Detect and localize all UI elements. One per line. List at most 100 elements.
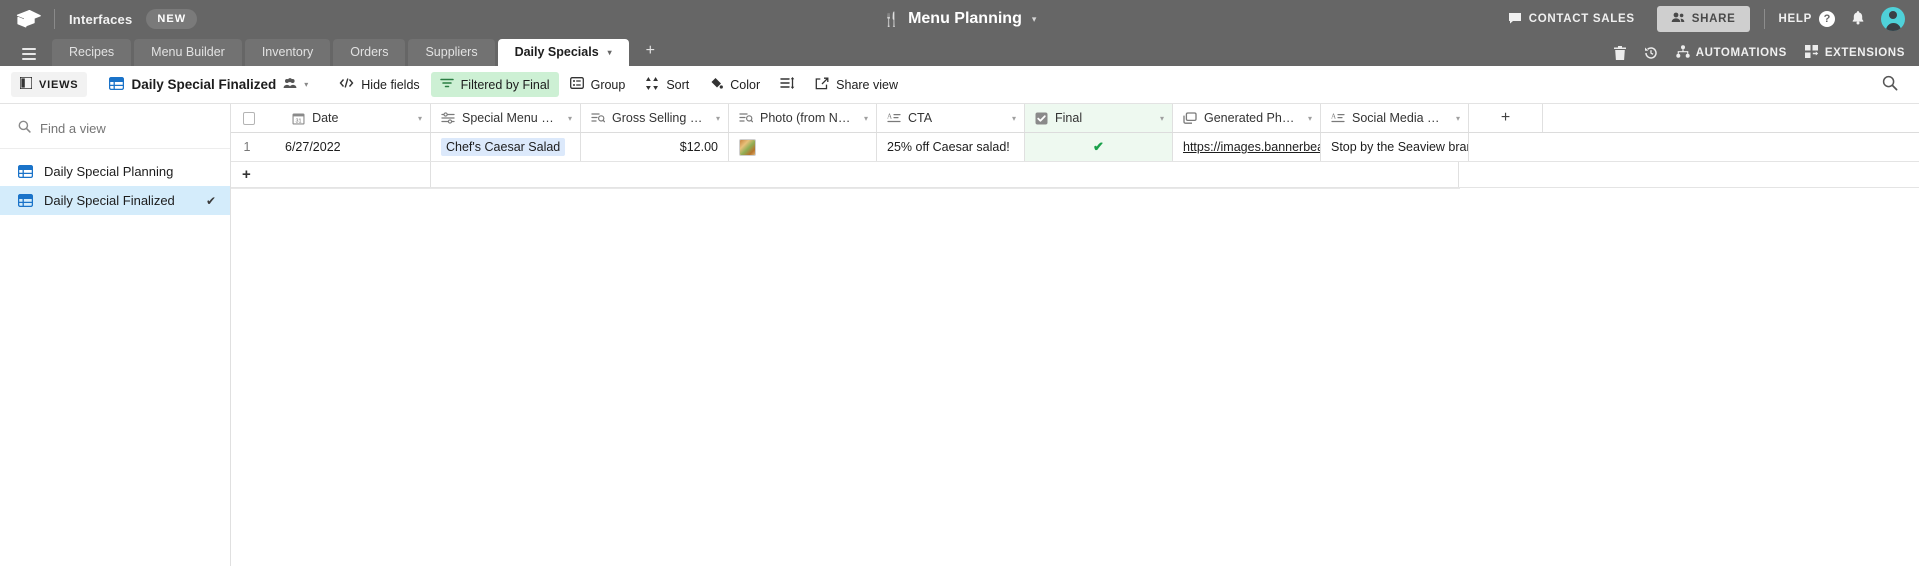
check-icon[interactable]: ✔ [1093,139,1104,155]
add-table-button[interactable]: + [637,40,664,66]
long-text-icon [441,112,455,124]
search-input[interactable] [40,121,190,136]
chevron-down-icon[interactable]: ▾ [1302,114,1312,123]
hamburger-icon[interactable] [22,48,36,60]
column-header-generated-photo[interactable]: Generated Photo ▾ [1173,104,1321,132]
search-icon[interactable] [1882,75,1908,95]
add-field-button[interactable]: + [1469,104,1543,132]
interfaces-label[interactable]: Interfaces [69,12,132,27]
page-title[interactable]: Menu Planning [908,10,1022,28]
chevron-down-icon[interactable]: ▾ [1154,114,1164,123]
cell-cta[interactable]: 25% off Caesar salad! [877,133,1025,161]
tab-daily-specials[interactable]: Daily Specials ▾ [498,39,629,66]
tab-suppliers[interactable]: Suppliers [408,39,494,66]
group-icon [570,77,584,92]
cell-gross-selling-price[interactable]: $12.00 [581,133,729,161]
share-view-button[interactable]: Share view [806,72,907,98]
table-row[interactable]: 1 6/27/2022 Chef's Caesar Salad $12.00 2… [231,133,1919,162]
cell-social-media-caption[interactable]: Stop by the Seaview branc... [1321,133,1469,161]
cell-special-menu-item[interactable]: Chef's Caesar Salad [431,133,581,161]
row-header-cell[interactable]: 1 6/27/2022 [231,133,431,161]
grid-view-icon [109,77,124,93]
help-label[interactable]: HELP [1779,13,1812,25]
column-header-label: CTA [908,111,932,125]
row-number: 1 [231,140,263,154]
column-header-label: Generated Photo [1204,111,1295,125]
tab-menu-builder[interactable]: Menu Builder [134,39,242,66]
column-header-photo-from-notes[interactable]: Photo (from Notes) ▾ [729,104,877,132]
cell-date[interactable]: 6/27/2022 [263,140,341,154]
chevron-down-icon[interactable]: ▾ [1006,114,1016,123]
column-header-special-menu-item[interactable]: Special Menu Item ▾ [431,104,581,132]
column-header-label: Gross Selling Price (fr... [612,111,703,125]
column-header-final[interactable]: Final ▾ [1025,104,1173,132]
tab-inventory[interactable]: Inventory [245,39,330,66]
chevron-down-icon[interactable]: ▾ [608,48,612,57]
chevron-down-icon[interactable]: ▾ [1450,114,1460,123]
logo-divider [54,9,55,29]
generated-photo-link[interactable]: https://images.bannerbear.... [1183,140,1321,154]
view-toolbar: VIEWS Daily Special Finalized ▾ Hide fie… [0,66,1919,104]
column-header-gross-selling-price[interactable]: Gross Selling Price (fr... ▾ [581,104,729,132]
share-label: SHARE [1692,13,1736,25]
tab-recipes[interactable]: Recipes [52,39,131,66]
cell-final[interactable]: ✔ [1025,133,1173,161]
views-sidebar: Daily Special Planning Daily Special Fin… [0,104,231,566]
lookup-icon [591,112,605,124]
top-divider [1764,9,1765,29]
grid-header-row: 31 Date ▾ Special Menu Item ▾ Gross Sell… [231,104,1919,133]
contact-sales-button[interactable]: CONTACT SALES [1498,7,1645,32]
select-all-checkbox[interactable] [243,112,255,125]
cell-generated-photo[interactable]: https://images.bannerbear.... [1173,133,1321,161]
tab-daily-specials-label: Daily Specials [515,45,599,59]
find-view-row[interactable] [0,114,230,149]
filter-button[interactable]: Filtered by Final [431,72,559,97]
extensions-button[interactable]: EXTENSIONS [1805,45,1905,61]
tab-orders[interactable]: Orders [333,39,405,66]
menu-item-chip: Chef's Caesar Salad [441,138,565,156]
select-all-cell[interactable]: 31 Date ▾ [231,104,431,132]
extensions-icon [1805,45,1819,61]
sort-button[interactable]: Sort [636,72,698,98]
column-header-cta[interactable]: A CTA ▾ [877,104,1025,132]
text-icon: A [887,112,901,124]
cell-photo-from-notes[interactable] [729,133,877,161]
group-label: Group [591,78,626,92]
share-view-label: Share view [836,78,898,92]
group-button[interactable]: Group [561,72,635,97]
history-icon[interactable] [1644,46,1658,60]
new-badge: NEW [146,9,197,29]
automations-button[interactable]: AUTOMATIONS [1676,45,1787,61]
chevron-down-icon[interactable]: ▾ [562,114,572,123]
sort-icon [645,77,659,93]
chevron-down-icon[interactable]: ▾ [412,114,422,123]
chevron-down-icon[interactable]: ▾ [304,80,308,89]
current-view-button[interactable]: Daily Special Finalized ▾ [100,72,317,98]
sync-icon [1183,112,1197,124]
chevron-down-icon[interactable]: ▾ [858,114,868,123]
share-button[interactable]: SHARE [1657,6,1750,32]
fork-knife-icon: 🍴 [883,11,900,28]
chevron-down-icon[interactable]: ▾ [1032,14,1037,25]
sidebar-item-daily-special-finalized[interactable]: Daily Special Finalized ✔ [0,186,230,215]
column-header-social-media-caption[interactable]: A Social Media Caption ▾ [1321,104,1469,132]
add-row[interactable]: + [231,162,1919,188]
trash-icon[interactable] [1614,46,1626,60]
help-icon[interactable]: ? [1819,11,1835,27]
people-group-icon[interactable] [283,78,297,92]
views-button[interactable]: VIEWS [11,72,87,97]
tab-bar-right: AUTOMATIONS EXTENSIONS [1596,45,1905,66]
airtable-logo-icon[interactable] [14,7,44,31]
color-button[interactable]: Color [700,72,769,98]
sidebar-item-label: Daily Special Planning [44,164,173,179]
bell-icon[interactable] [1851,10,1865,28]
chevron-down-icon[interactable]: ▾ [710,114,720,123]
hide-fields-button[interactable]: Hide fields [330,72,428,97]
add-row-button[interactable]: + [231,162,431,187]
sidebar-item-daily-special-planning[interactable]: Daily Special Planning [0,157,230,186]
column-header-date[interactable]: 31 Date ▾ [255,111,430,125]
avatar[interactable] [1881,7,1905,31]
row-height-button[interactable] [771,72,804,97]
top-bar-right: CONTACT SALES SHARE HELP ? [1498,6,1905,32]
filter-label: Filtered by Final [461,78,550,92]
